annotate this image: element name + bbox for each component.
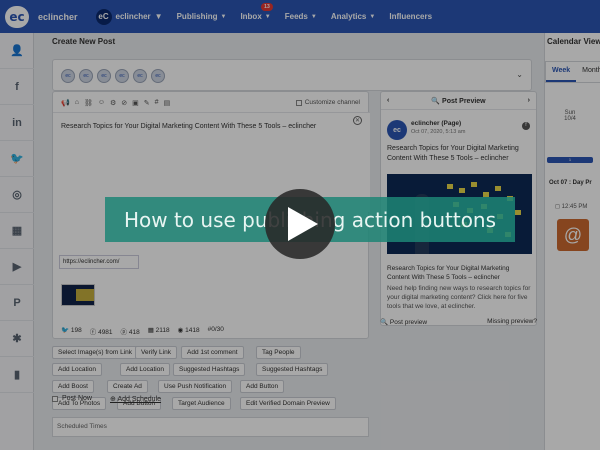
play-icon	[288, 207, 318, 241]
play-button[interactable]	[265, 189, 335, 259]
